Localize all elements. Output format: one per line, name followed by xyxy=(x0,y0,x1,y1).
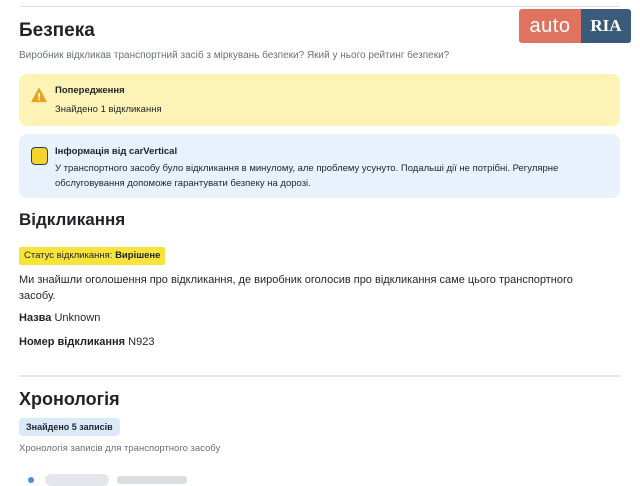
recall-number-field: Номер відкликання N923 xyxy=(19,336,154,348)
logo-ria-part: RIA xyxy=(581,9,631,43)
timeline-dot-icon xyxy=(28,477,34,483)
warning-triangle-icon xyxy=(31,87,47,103)
recall-name-field: Назва Unknown xyxy=(19,312,100,324)
safety-title: Безпека xyxy=(19,20,95,41)
timeline-date-pill xyxy=(45,474,109,486)
recall-number-value: N923 xyxy=(128,336,155,348)
status-label: Статус відкликання: xyxy=(24,250,113,261)
info-text: У транспортного засобу було відкликання … xyxy=(55,163,559,189)
warning-text: Знайдено 1 відкликання xyxy=(55,104,162,115)
info-card: Інформація від carVertical У транспортно… xyxy=(19,134,620,198)
timeline-row[interactable] xyxy=(19,474,219,486)
recalls-title: Відкликання xyxy=(19,210,126,229)
recall-number-label: Номер відкликання xyxy=(19,336,126,348)
recall-name-value: Unknown xyxy=(54,312,101,324)
recall-name-label: Назва xyxy=(19,312,52,324)
recall-status-badge: Статус відкликання: Вирішене xyxy=(19,247,166,265)
warning-card: Попередження Знайдено 1 відкликання xyxy=(19,74,620,126)
warning-title: Попередження xyxy=(55,85,125,96)
timeline-row-text xyxy=(117,476,187,484)
logo-auto-part: auto xyxy=(519,9,581,43)
recall-description: Ми знайшли оголошення про відкликання, д… xyxy=(19,274,573,302)
info-title: Інформація від carVertical xyxy=(55,146,178,157)
section-divider xyxy=(19,375,620,377)
carvertical-logo-icon xyxy=(31,147,48,165)
top-divider xyxy=(20,6,620,7)
safety-subtitle: Виробник відкликав транспортний засіб з … xyxy=(19,50,450,61)
autoria-logo[interactable]: auto RIA xyxy=(519,9,631,43)
chronology-subtitle: Хронологія записів для транспортного зас… xyxy=(19,443,221,454)
records-count-badge: Знайдено 5 записів xyxy=(19,418,120,436)
chronology-title: Хронологія xyxy=(19,389,120,409)
status-value: Вирішене xyxy=(115,250,161,261)
